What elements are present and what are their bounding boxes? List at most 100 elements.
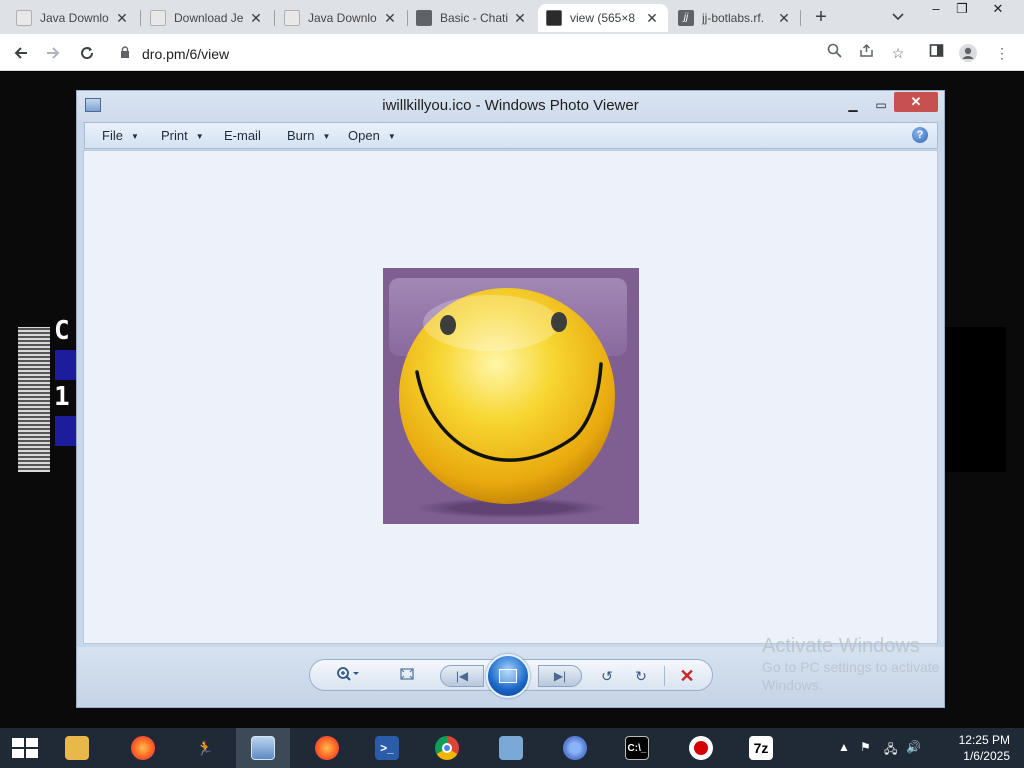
- reload-icon[interactable]: [74, 40, 100, 66]
- side-panel-icon[interactable]: [926, 43, 946, 63]
- terminal-icon: [546, 10, 562, 26]
- tray-network-icon[interactable]: 🖧: [884, 740, 897, 761]
- close-icon[interactable]: ✕: [644, 10, 660, 27]
- address-bar[interactable]: dro.pm/6/view ☆: [110, 39, 920, 67]
- viewer-maximize-button[interactable]: ▭: [869, 95, 893, 115]
- close-icon[interactable]: ✕: [512, 10, 528, 27]
- slideshow-icon: [499, 669, 517, 683]
- chrome-icon: [435, 736, 459, 760]
- share-icon[interactable]: [856, 43, 876, 63]
- bookmark-star-icon[interactable]: ☆: [888, 43, 908, 63]
- photo-viewer-window: iwillkillyou.ico - Windows Photo Viewer …: [76, 90, 945, 708]
- tab-view-active[interactable]: view (565×8 ✕: [538, 4, 668, 32]
- close-icon[interactable]: ✕: [382, 10, 398, 27]
- profile-avatar-icon[interactable]: [958, 43, 978, 63]
- taskbar-network-app[interactable]: [484, 728, 538, 768]
- clock-date: 1/6/2025: [963, 749, 1010, 763]
- menu-print-label: Print: [161, 128, 188, 143]
- taskbar-command-prompt[interactable]: C:\_: [610, 728, 664, 768]
- tab-title: Basic - Chati: [440, 11, 509, 25]
- viewer-close-button[interactable]: ✕: [894, 92, 938, 112]
- taskbar-chrome[interactable]: [420, 728, 474, 768]
- dropdown-caret-icon: ▼: [387, 132, 396, 142]
- image-canvas[interactable]: [83, 150, 938, 644]
- viewer-minimize-button[interactable]: ▁: [841, 95, 865, 115]
- taskbar-firefox-1[interactable]: [116, 728, 170, 768]
- displayed-image-smiley: [383, 268, 639, 524]
- lock-icon: [121, 46, 129, 58]
- tab-basic-chat[interactable]: Basic - Chati ✕: [408, 4, 536, 32]
- taskbar-file-explorer[interactable]: [50, 728, 104, 768]
- viewer-menu-bar: File ▼ Print ▼ E-mail Burn ▼ Open ▼ ?: [84, 122, 938, 149]
- tab-title: jj-botlabs.rf.: [702, 11, 765, 25]
- record-icon: [689, 736, 713, 760]
- dropdown-caret-icon: ▼: [322, 132, 331, 142]
- activate-windows-watermark: Activate Windows Go to PC settings to ac…: [762, 635, 992, 694]
- firefox-icon: [131, 736, 155, 760]
- smiley-face-icon: [399, 288, 615, 518]
- menu-burn[interactable]: Burn ▼: [287, 128, 330, 143]
- delete-icon[interactable]: ✕: [676, 666, 698, 686]
- zoom-magnifier-icon[interactable]: [336, 666, 359, 686]
- taskbar-7zip[interactable]: 7z: [734, 728, 788, 768]
- close-icon[interactable]: ✕: [776, 10, 792, 27]
- next-image-button[interactable]: ▶|: [538, 665, 582, 687]
- globe-icon: [416, 10, 432, 26]
- java-icon: [284, 10, 300, 26]
- tab-java-download-1[interactable]: Java Downlo ✕: [8, 4, 138, 32]
- forward-arrow-icon[interactable]: [40, 40, 66, 66]
- taskbar-photo-viewer[interactable]: [236, 728, 290, 768]
- taskbar-firefox-2[interactable]: [300, 728, 354, 768]
- browser-menu-icon[interactable]: ⋮: [992, 43, 1012, 63]
- tab-jj-botlabs[interactable]: jj jj-botlabs.rf. ✕: [670, 4, 800, 32]
- viewer-title-bar[interactable]: iwillkillyou.ico - Windows Photo Viewer …: [77, 91, 944, 121]
- taskbar-powershell[interactable]: >_: [360, 728, 414, 768]
- tab-separator: [274, 10, 275, 26]
- menu-file[interactable]: File ▼: [102, 128, 139, 143]
- page-text-fragment: 1: [54, 382, 70, 412]
- help-icon[interactable]: ?: [912, 127, 928, 143]
- rotate-clockwise-icon[interactable]: ↻: [630, 666, 652, 686]
- tray-volume-icon[interactable]: 🔊: [906, 740, 921, 754]
- rotate-counterclockwise-icon[interactable]: ↺: [596, 666, 618, 686]
- close-icon[interactable]: ✕: [114, 10, 130, 27]
- close-icon[interactable]: ✕: [248, 10, 264, 27]
- tab-java-download-2[interactable]: Java Downlo ✕: [276, 4, 406, 32]
- windows-logo-icon: [12, 738, 38, 758]
- start-button[interactable]: [0, 728, 50, 768]
- browser-restore-icon[interactable]: ❐: [946, 0, 978, 20]
- menu-email[interactable]: E-mail: [224, 128, 261, 143]
- tab-download-java[interactable]: Download Je ✕: [142, 4, 272, 32]
- playback-controls: |◀ ▶| ↺ ↻ ✕: [309, 654, 713, 698]
- page-decorative-strip: [18, 327, 50, 472]
- menu-print[interactable]: Print ▼: [161, 128, 204, 143]
- tray-overflow-icon[interactable]: ▲: [838, 740, 850, 754]
- previous-image-button[interactable]: |◀: [440, 665, 484, 687]
- slideshow-button[interactable]: [486, 654, 530, 698]
- taskbar-chromium[interactable]: [548, 728, 602, 768]
- tab-separator: [140, 10, 141, 26]
- menu-burn-label: Burn: [287, 128, 315, 143]
- taskbar-recorder[interactable]: [674, 728, 728, 768]
- browser-close-icon[interactable]: ✕: [982, 0, 1014, 20]
- zoom-icon[interactable]: [824, 43, 844, 63]
- tray-flag-icon[interactable]: ⚑: [860, 740, 871, 754]
- control-divider: [664, 666, 665, 686]
- java-icon: [16, 10, 32, 26]
- menu-open[interactable]: Open ▼: [348, 128, 396, 143]
- taskbar-clock[interactable]: 12:25 PM 1/6/2025: [930, 732, 1010, 764]
- taskbar-runner-app[interactable]: 🏃: [178, 728, 232, 768]
- watermark-title: Activate Windows: [762, 635, 920, 657]
- back-arrow-icon[interactable]: [8, 40, 34, 66]
- tab-search-chevron-icon[interactable]: [888, 7, 908, 27]
- windows-taskbar: 🏃 >_ C:\_ 7z ▲ ⚑ 🖧 🔊 12:25 PM 1/6/2025: [0, 728, 1024, 768]
- watermark-subtitle: Go to PC settings to activate Windows.: [762, 659, 940, 693]
- page-text-fragment: C: [54, 316, 70, 346]
- browser-toolbar: dro.pm/6/view ☆ ⋮: [0, 34, 1024, 71]
- tab-title: Download Je: [174, 11, 244, 25]
- tab-title: view (565×8: [570, 11, 636, 25]
- dropdown-caret-icon: ▼: [130, 132, 139, 142]
- new-tab-button[interactable]: +: [810, 6, 832, 28]
- page-blue-block: [55, 416, 77, 446]
- actual-size-icon[interactable]: [396, 666, 418, 686]
